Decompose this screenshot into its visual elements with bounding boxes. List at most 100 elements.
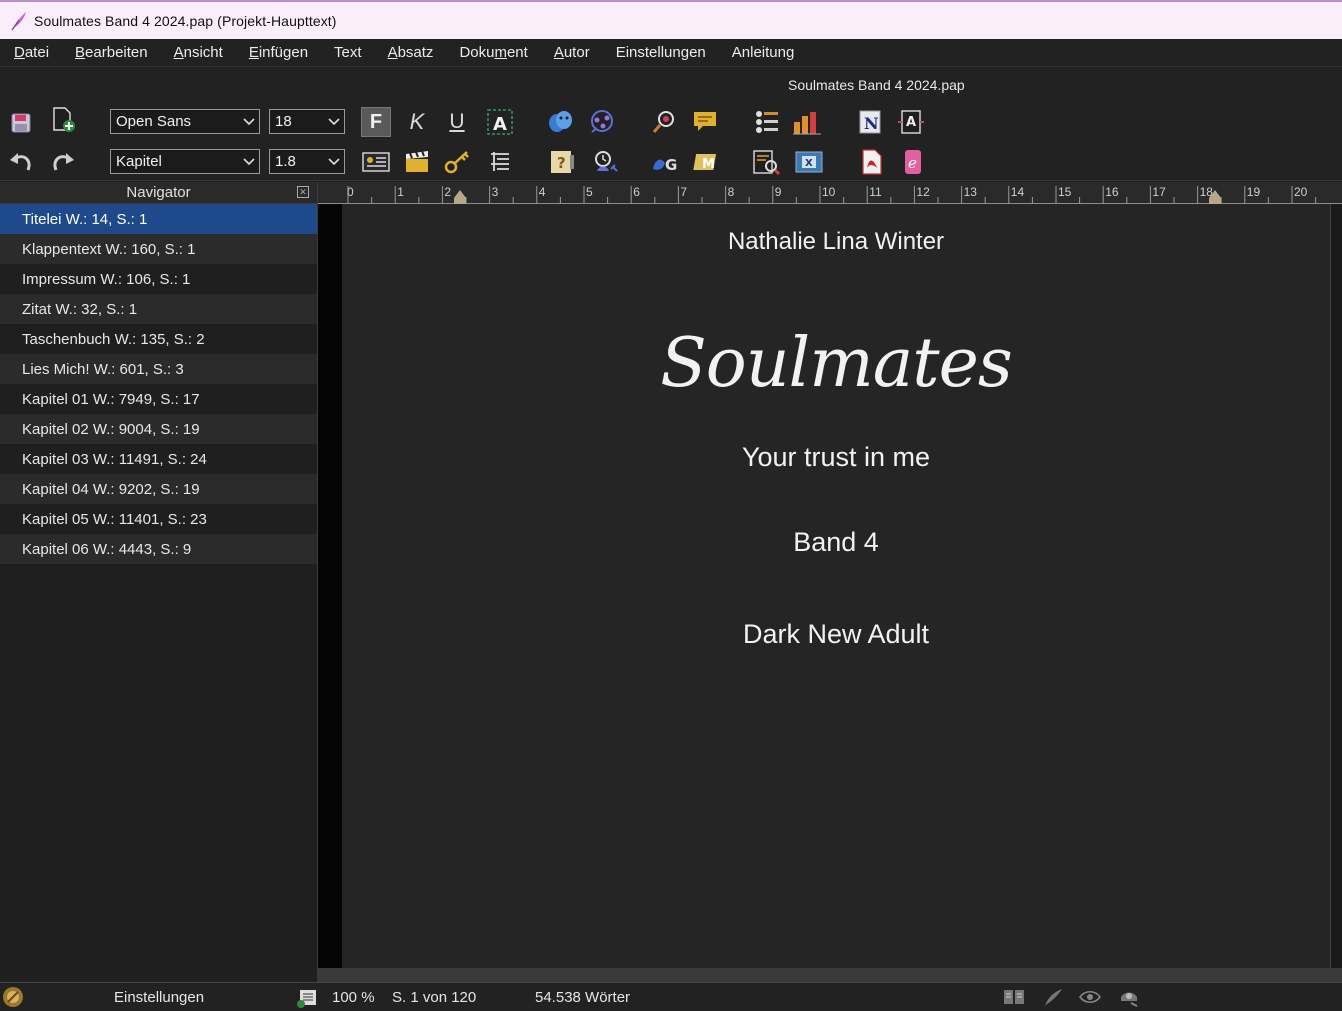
document-volume[interactable]: Band 4 — [342, 527, 1330, 558]
ruler-label: 6 — [633, 185, 640, 199]
idea-card-icon[interactable]: ? — [547, 147, 577, 177]
timeline-list-icon[interactable] — [752, 107, 782, 137]
document-title: Soulmates Band 4 2024.pap — [788, 77, 965, 93]
menu-item-text: atei — [24, 44, 50, 61]
document-author[interactable]: Nathalie Lina Winter — [342, 228, 1330, 256]
character-card-icon[interactable] — [361, 147, 391, 177]
research-search-icon[interactable] — [752, 147, 782, 177]
align-text-icon[interactable] — [485, 147, 515, 177]
gender-g-icon[interactable]: G — [650, 147, 680, 177]
undo-icon[interactable] — [6, 147, 36, 177]
menu-item-1[interactable]: Bearbeiten — [62, 44, 161, 61]
menu-item-4[interactable]: Text — [321, 44, 375, 61]
font-size-select[interactable]: 18 — [269, 109, 345, 134]
ruler-label: 7 — [680, 185, 687, 199]
svg-text:X: X — [805, 158, 813, 169]
title-bar: Soulmates Band 4 2024.pap (Projekt-Haupt… — [0, 0, 1342, 39]
paragraph-style-select[interactable]: Kapitel — [110, 149, 260, 174]
ruler-label: 13 — [964, 185, 978, 199]
menu-item-0[interactable]: Datei — [0, 44, 62, 61]
pdf-export-icon[interactable] — [857, 147, 887, 177]
menu-item-text: Anleitung — [731, 44, 795, 61]
horizontal-scrollbar[interactable] — [318, 968, 1342, 982]
menu-item-9[interactable]: Anleitung — [719, 44, 808, 61]
close-panel-icon[interactable]: ✕ — [297, 186, 309, 198]
ruler-label: 0 — [347, 185, 354, 199]
character-format-icon[interactable]: A — [485, 107, 515, 137]
key-icon[interactable] — [442, 147, 472, 177]
navigator-item[interactable]: Impressum W.: 106, S.: 1 — [0, 264, 317, 294]
menu-item-mnemonic: A — [553, 44, 564, 61]
navigator-item[interactable]: Kapitel 01 W.: 7949, S.: 17 — [0, 384, 317, 414]
navigator-item[interactable]: Titelei W.: 14, S.: 1 — [0, 204, 317, 234]
navigator-item-label: Zitat W.: 32, S.: 1 — [22, 300, 138, 318]
manuscript-m-icon[interactable]: M — [692, 147, 722, 177]
ruler-label: 10 — [822, 185, 836, 199]
navigator-item-label: Kapitel 02 W.: 9004, S.: 19 — [22, 420, 200, 438]
toolbar: Open Sans 18 F K U A N A Kapitel 1.8 ? G… — [0, 105, 1342, 181]
menu-item-mnemonic: B — [75, 44, 86, 61]
mindmap-icon[interactable] — [587, 107, 617, 137]
theater-masks-icon[interactable] — [545, 107, 575, 137]
eye-icon[interactable] — [1078, 987, 1102, 1011]
ruler-label: 4 — [539, 185, 546, 199]
font-family-select[interactable]: Open Sans — [110, 109, 260, 134]
italic-icon[interactable]: K — [402, 107, 432, 137]
status-settings[interactable]: Einstellungen — [114, 989, 204, 1006]
text-editor[interactable]: Nathalie Lina Winter Soulmates Your trus… — [342, 204, 1330, 968]
redo-icon[interactable] — [48, 147, 78, 177]
document-book-title[interactable]: Soulmates — [342, 324, 1330, 403]
navigator-item[interactable]: Kapitel 05 W.: 11401, S.: 23 — [0, 504, 317, 534]
chevron-down-icon — [243, 118, 255, 126]
navigator-item-label: Kapitel 06 W.: 4443, S.: 9 — [22, 540, 192, 558]
bold-icon[interactable]: F — [361, 107, 391, 137]
search-icon[interactable] — [649, 107, 679, 137]
navigator-item[interactable]: Klappentext W.: 160, S.: 1 — [0, 234, 317, 264]
ebook-export-icon[interactable]: e — [898, 147, 928, 177]
navigator-item[interactable]: Kapitel 04 W.: 9202, S.: 19 — [0, 474, 317, 504]
menu-item-6[interactable]: Dokument — [446, 44, 540, 61]
statistics-chart-icon[interactable] — [792, 107, 822, 137]
ruler-label: 12 — [916, 185, 930, 199]
document-subtitle[interactable]: Your trust in me — [342, 442, 1330, 473]
menu-item-7[interactable]: Autor — [541, 44, 603, 61]
menu-item-2[interactable]: Ansicht — [161, 44, 236, 61]
zoom-level[interactable]: 100 % — [332, 989, 375, 1006]
focus-mode-icon[interactable] — [1117, 987, 1141, 1011]
text-analysis-icon[interactable]: A — [896, 107, 926, 137]
ruler[interactable]: 0 1 2 3 4 5 6 7 8 9 10 11 12 13 14 15 16 17 18 19 20 — [318, 182, 1342, 204]
svg-text:M: M — [702, 157, 715, 172]
feather-pen-icon[interactable] — [1042, 987, 1064, 1011]
comment-icon[interactable] — [690, 107, 720, 137]
book-view-icon[interactable] — [1002, 987, 1026, 1011]
menu-item-3[interactable]: Einfügen — [236, 44, 321, 61]
character-search-icon[interactable] — [590, 147, 620, 177]
page-format-icon[interactable] — [296, 987, 318, 1011]
vertical-scrollbar[interactable] — [1330, 204, 1342, 968]
document-genre[interactable]: Dark New Adult — [342, 619, 1330, 650]
navigator-item[interactable]: Zitat W.: 32, S.: 1 — [0, 294, 317, 324]
navigator-item-label: Impressum W.: 106, S.: 1 — [22, 270, 191, 288]
navigator-item-label: Lies Mich! W.: 601, S.: 3 — [22, 360, 184, 378]
notes-n-icon[interactable]: N — [855, 107, 885, 137]
settings-coin-icon[interactable] — [2, 986, 24, 1011]
underline-icon[interactable]: U — [442, 107, 472, 137]
menu-item-8[interactable]: Einstellungen — [603, 44, 719, 61]
navigator-item[interactable]: Lies Mich! W.: 601, S.: 3 — [0, 354, 317, 384]
navigator-item[interactable]: Kapitel 06 W.: 4443, S.: 9 — [0, 534, 317, 564]
font-size-value: 18 — [275, 113, 292, 130]
export-window-icon[interactable]: X — [794, 147, 824, 177]
navigator-item[interactable]: Kapitel 03 W.: 11491, S.: 24 — [0, 444, 317, 474]
line-spacing-select[interactable]: 1.8 — [269, 149, 345, 174]
menu-item-5[interactable]: Absatz — [375, 44, 447, 61]
menu-item-mnemonic: A — [387, 44, 398, 61]
menu-item-text: ent — [506, 44, 528, 61]
papyrus-feather-icon — [8, 10, 30, 32]
new-document-icon[interactable] — [48, 105, 78, 135]
save-icon[interactable] — [6, 108, 36, 138]
clapperboard-icon[interactable] — [402, 147, 432, 177]
navigator-item[interactable]: Kapitel 02 W.: 9004, S.: 19 — [0, 414, 317, 444]
word-count: 54.538 Wörter — [535, 989, 631, 1006]
navigator-item[interactable]: Taschenbuch W.: 135, S.: 2 — [0, 324, 317, 354]
page-indicator[interactable]: S. 1 von 120 — [392, 989, 476, 1006]
